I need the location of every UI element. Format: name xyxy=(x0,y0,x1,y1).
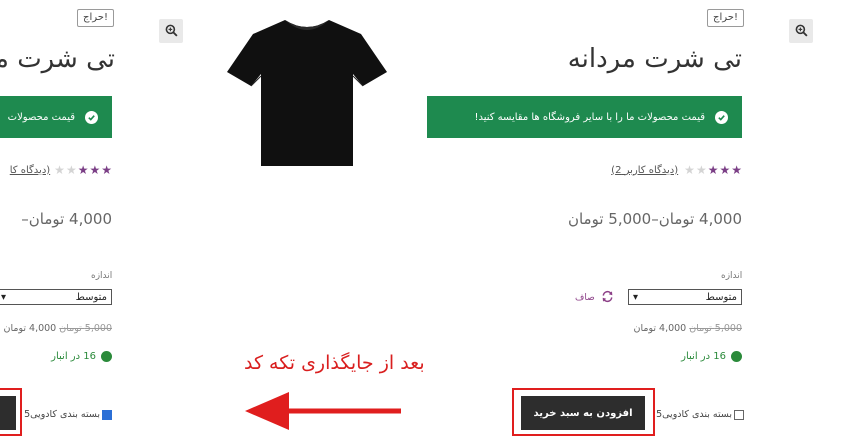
clear-variation-link[interactable]: صاف xyxy=(575,290,614,306)
product-title-left: تی شرت مر xyxy=(0,44,116,74)
zoom-button[interactable] xyxy=(789,19,813,43)
gift-wrap-label-left: بسته بندی کادویی5 xyxy=(24,409,100,420)
gift-wrap-row: بسته بندی کادویی5 xyxy=(656,409,744,420)
price-range-left: 4,000 تومان– xyxy=(21,210,112,228)
rating-row: ★ ★ ★ ★ ★ (دیدگاه کاربر 2) xyxy=(611,164,742,176)
add-to-cart-button[interactable]: افزودن به سبد خرید xyxy=(521,396,645,430)
size-select-value: متوسط xyxy=(705,291,737,303)
variation-price-left: 5,000 تومان 4,000 تومان xyxy=(4,323,113,334)
gift-wrap-label: بسته بندی کادویی5 xyxy=(656,409,732,420)
attribute-label: اندازه xyxy=(721,271,743,281)
sale-badge-left: حراج! xyxy=(77,9,114,27)
notice-text-left: قیمت محصولات xyxy=(7,111,75,123)
chevron-down-icon: ▾ xyxy=(633,291,639,303)
variation-new-price-left: 4,000 تومان xyxy=(3,323,57,334)
stock-status-left: 16 در انبار xyxy=(51,351,112,362)
sale-badge: حراج! xyxy=(707,9,744,27)
attribute-label-left: اندازه xyxy=(91,271,113,281)
price-range: 4,000 تومان–5,000 تومان xyxy=(567,210,742,228)
notice-banner-left: قیمت محصولات xyxy=(0,96,112,138)
refresh-icon xyxy=(601,290,614,306)
zoom-button-left[interactable] xyxy=(159,19,183,43)
rating-row-left: ★ ★ ★ ★ ★ (دیدگاه کا xyxy=(0,164,112,176)
gift-wrap-row-left: بسته بندی کادویی5 xyxy=(24,409,112,420)
product-title: تی شرت مردانه xyxy=(567,44,743,74)
size-select[interactable]: متوسط ▾ xyxy=(628,289,742,305)
variation-old-price-left: 5,000 تومان xyxy=(59,323,112,334)
size-select-value-left: متوسط xyxy=(75,291,107,303)
zoom-in-icon xyxy=(795,22,808,41)
stock-dot-icon xyxy=(101,351,112,362)
notice-banner: قیمت محصولات ما را با سایر فروشگاه ها مق… xyxy=(427,96,742,138)
gift-wrap-checkbox-left[interactable] xyxy=(102,409,112,420)
check-circle-icon xyxy=(85,110,98,124)
variation-old-price: 5,000 تومان xyxy=(689,323,742,334)
stock-status: 16 در انبار xyxy=(681,351,742,362)
stock-text-left: 16 در انبار xyxy=(51,351,96,362)
review-link-left[interactable]: (دیدگاه کا xyxy=(10,165,50,176)
notice-text: قیمت محصولات ما را با سایر فروشگاه ها مق… xyxy=(474,111,705,123)
annotation-text: بعد از جایگذاری تکه کد xyxy=(244,352,425,374)
variation-new-price: 4,000 تومان xyxy=(633,323,687,334)
gift-wrap-checkbox[interactable] xyxy=(734,409,744,420)
add-to-cart-button-left[interactable] xyxy=(0,396,16,430)
size-select-left[interactable]: متوسط ▾ xyxy=(0,289,112,305)
variation-price: 5,000 تومان 4,000 تومان xyxy=(634,323,743,334)
star-rating: ★ ★ ★ ★ ★ xyxy=(684,163,742,177)
tshirt-icon xyxy=(227,20,387,166)
left-arrow-icon xyxy=(245,392,405,430)
review-link[interactable]: (دیدگاه کاربر 2) xyxy=(611,165,678,176)
stock-dot-icon xyxy=(731,351,742,362)
chevron-down-icon: ▾ xyxy=(1,291,7,303)
check-circle-icon xyxy=(715,110,728,124)
clear-label: صاف xyxy=(575,293,595,303)
zoom-in-icon xyxy=(165,22,178,41)
product-image[interactable] xyxy=(225,14,389,170)
star-rating-left: ★ ★ ★ ★ ★ xyxy=(54,163,112,177)
stock-text: 16 در انبار xyxy=(681,351,726,362)
